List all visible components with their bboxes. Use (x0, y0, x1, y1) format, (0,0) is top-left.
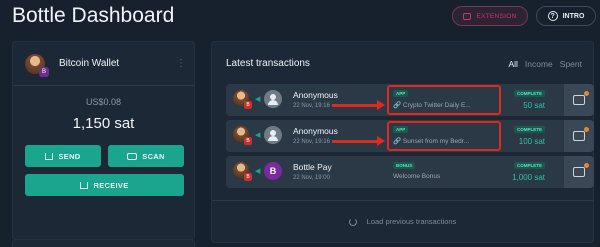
extension-icon (463, 12, 472, 20)
chat-icon (573, 91, 589, 105)
load-previous-button[interactable]: Load previous transactions (212, 200, 593, 242)
annotation-arrow (332, 136, 385, 146)
transaction-date: 22 Nov, 19:16 (293, 103, 330, 109)
anonymous-user-icon (264, 126, 282, 144)
transaction-amount: 1,000 sat (512, 173, 545, 182)
load-previous-label: Load previous transactions (366, 217, 457, 226)
sat-balance: 1,150 sat (72, 115, 135, 132)
scan-button[interactable]: SCAN (108, 145, 184, 167)
chat-button[interactable] (564, 156, 594, 188)
avatar: B (233, 90, 252, 109)
wallet-name: Bitcoin Wallet (59, 58, 120, 69)
annotation-highlight-box (387, 121, 501, 151)
intro-button[interactable]: ? INTRO (536, 6, 596, 26)
annotation-arrow (332, 100, 385, 110)
notification-dot (584, 91, 589, 96)
avatar: B (233, 162, 252, 181)
upload-icon (45, 152, 54, 160)
transaction-row-body[interactable]: B ◀ B Bottle Pay 22 Nov, 19:00 BONUS Wel… (226, 156, 553, 188)
extension-label: EXTENSION (476, 12, 517, 20)
incoming-arrow-icon: ◀ (255, 168, 261, 175)
intro-label: INTRO (562, 12, 585, 20)
transaction-amount: 100 sat (518, 137, 545, 146)
filter-spent[interactable]: Spent (560, 59, 582, 69)
extension-button[interactable]: EXTENSION (452, 6, 528, 26)
wallet-badge: B (244, 173, 252, 181)
wallet-badge: B (244, 101, 252, 109)
incoming-arrow-icon: ◀ (255, 96, 261, 103)
chat-button[interactable] (564, 120, 594, 152)
refresh-icon (348, 217, 357, 226)
receive-button[interactable]: RECEIVE (25, 174, 184, 196)
anonymous-user-icon (264, 90, 282, 108)
scan-label: SCAN (142, 151, 165, 161)
send-label: SEND (58, 151, 81, 161)
filter-all[interactable]: All (508, 59, 517, 69)
counterparty-name: Bottle Pay (293, 162, 332, 172)
help-icon: ? (547, 11, 558, 21)
transaction-tag: BONUS (393, 162, 416, 169)
counterparty-name: Anonymous (293, 126, 338, 136)
notification-dot (584, 163, 589, 168)
notification-dot (584, 127, 589, 132)
send-button[interactable]: SEND (25, 145, 101, 167)
download-icon (80, 181, 89, 189)
wallet-badge: B (244, 137, 252, 145)
chat-icon (573, 127, 589, 141)
transaction-date: 22 Nov, 19:00 (293, 175, 330, 181)
chat-icon (573, 163, 589, 177)
transaction-description: Welcome Bonus (393, 173, 441, 180)
fiat-balance: US$0.08 (85, 97, 122, 107)
counterparty-name: Anonymous (293, 90, 338, 100)
receive-label: RECEIVE (93, 180, 129, 190)
avatar: B (25, 53, 49, 77)
app-title: Bottle Dashboard (12, 4, 175, 27)
camera-icon (127, 152, 138, 160)
status-badge: COMPLETE (513, 90, 545, 97)
status-badge: COMPLETE (513, 126, 545, 133)
wallet-badge: B (39, 66, 49, 77)
transaction-filters: All Income Spent (508, 59, 582, 69)
filter-income[interactable]: Income (525, 59, 553, 69)
status-badge: COMPLETE (513, 162, 545, 169)
secondary-wallet-card (12, 239, 195, 247)
chat-button[interactable] (564, 84, 594, 116)
transaction-row[interactable]: B ◀ B Bottle Pay 22 Nov, 19:00 BONUS Wel… (226, 156, 594, 188)
transactions-title: Latest transactions (226, 58, 310, 69)
wallet-header: B Bitcoin Wallet ⋮ (13, 42, 194, 86)
bottle-pay-avatar: B (264, 162, 282, 180)
avatar: B (233, 126, 252, 145)
transactions-card: Latest transactions All Income Spent B ◀… (211, 41, 594, 243)
wallet-card: B Bitcoin Wallet ⋮ US$0.08 1,150 sat SEN… (12, 41, 195, 240)
annotation-highlight-box (387, 85, 501, 115)
transaction-date: 22 Nov, 19:16 (293, 139, 330, 145)
more-options-icon[interactable]: ⋮ (176, 58, 186, 68)
transaction-amount: 50 sat (523, 101, 545, 110)
incoming-arrow-icon: ◀ (255, 132, 261, 139)
